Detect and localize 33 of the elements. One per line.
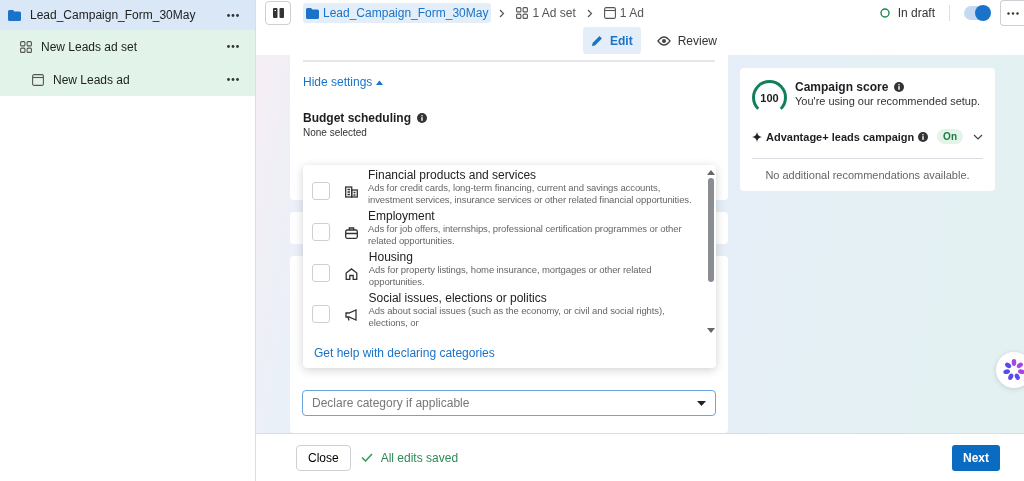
status-text: In draft <box>897 6 935 20</box>
close-button[interactable]: Close <box>296 444 351 471</box>
next-button[interactable]: Next <box>952 444 1000 471</box>
help-link[interactable]: Get help with declaring categories <box>314 345 495 360</box>
sidebar-item[interactable]: Lead_Campaign_Form_30May <box>0 0 255 30</box>
tab[interactable]: Edit <box>583 27 641 54</box>
option-description: Ads about social issues (such as the economy, or civil and social rights), elections, or <box>368 305 666 328</box>
field-value: None selected <box>303 127 367 138</box>
breadcrumb-link[interactable]: 1 Ad set <box>513 3 579 23</box>
option-title: Social issues, elections or politics <box>368 291 547 305</box>
score-title: Campaign score <box>795 80 889 94</box>
sidebar-item[interactable]: New Leads ad set <box>0 30 255 63</box>
item-label: New Leads ad <box>53 72 131 87</box>
breadcrumb-link[interactable]: 1 Ad <box>600 3 647 23</box>
advantage-label: Advantage+ leads campaign <box>766 130 915 143</box>
option-description: Ads for credit cards, long-term financing, current and savings accounts, investment services, insurance services or other related financial opportunities. <box>368 182 693 205</box>
option-title: Housing <box>368 250 413 264</box>
hide-settings-link[interactable]: Hide settings <box>303 75 384 89</box>
saved-status: All edits saved <box>380 450 459 465</box>
score-subtitle: You're using our recommended setup. <box>795 95 981 107</box>
status-badge: On <box>937 129 963 144</box>
tab[interactable]: Review <box>648 27 726 54</box>
option-description: Ads for property listings, home insurance, mortgages or other related opportunities. <box>368 264 653 287</box>
option-title: Employment <box>368 209 435 223</box>
category-select[interactable]: Declare category if applicable <box>302 390 716 416</box>
option-title: Financial products and services <box>368 168 537 182</box>
item-label: New Leads ad set <box>41 39 139 54</box>
option-description: Ads for job offers, internships, professional certification programmes or other related opportunities. <box>368 223 683 246</box>
breadcrumb-link[interactable]: Lead_Campaign_Form_30May <box>303 3 492 23</box>
field-label: Budget scheduling <box>303 111 411 125</box>
item-label: Lead_Campaign_Form_30May <box>30 8 197 22</box>
sidebar-item[interactable]: New Leads ad <box>0 63 255 96</box>
recommendations-note: No additional recommendations available. <box>765 169 970 181</box>
